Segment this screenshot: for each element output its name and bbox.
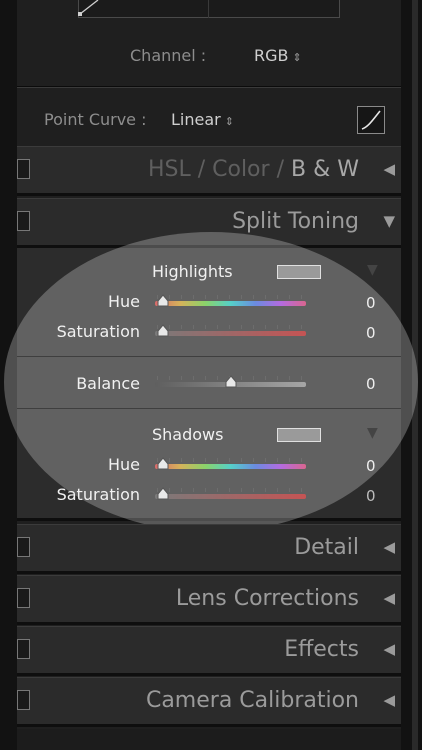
panel-bottom (17, 729, 401, 750)
highlights-picker-arrow-icon[interactable]: ▼ (367, 262, 378, 278)
tone-curve-line (78, 0, 99, 16)
slider-ticks (157, 458, 303, 462)
highlights-color-swatch[interactable] (277, 265, 321, 279)
lens-corrections-toggle[interactable] (17, 588, 30, 608)
collapse-arrow-icon[interactable]: ◀ (383, 538, 395, 556)
shadows-saturation-value[interactable]: 0 (366, 487, 376, 505)
highlights-hue-value[interactable]: 0 (366, 294, 376, 312)
shadows-picker-arrow-icon[interactable]: ▼ (367, 425, 378, 441)
detail-toggle[interactable] (17, 537, 30, 557)
highlights-hue-label: Hue (107, 292, 140, 311)
tab-hsl[interactable]: HSL (148, 157, 191, 182)
point-curve-select[interactable]: Linear ⇕ (171, 110, 234, 129)
balance-label: Balance (76, 374, 140, 393)
tone-curve-graph[interactable] (78, 0, 340, 18)
updown-arrows-icon: ⇕ (224, 115, 234, 128)
shadows-saturation-slider[interactable] (155, 494, 306, 499)
split-toning-toggle[interactable] (17, 211, 30, 231)
balance-value[interactable]: 0 (366, 375, 376, 393)
tab-separator: / (197, 157, 206, 182)
collapse-arrow-icon[interactable]: ◀ (383, 640, 395, 658)
section-lens-corrections[interactable]: Lens Corrections ◀ (17, 575, 401, 625)
highlights-saturation-thumb[interactable] (156, 324, 170, 338)
tab-bw[interactable]: B & W (291, 157, 359, 182)
curve-edit-icon (361, 110, 381, 130)
section-effects[interactable]: Effects ◀ (17, 626, 401, 676)
detail-title: Detail (294, 535, 359, 560)
section-detail[interactable]: Detail ◀ (17, 524, 401, 574)
effects-title: Effects (284, 637, 359, 662)
shadows-color-swatch[interactable] (277, 428, 321, 442)
collapse-arrow-icon[interactable]: ◀ (383, 691, 395, 709)
point-curve-label: Point Curve : (44, 110, 147, 129)
shadows-saturation-label: Saturation (56, 485, 140, 504)
channel-select[interactable]: RGB ⇕ (254, 46, 302, 65)
slider-ticks (157, 325, 303, 329)
divider (17, 408, 401, 409)
hsl-panel-toggle[interactable] (17, 159, 30, 179)
tone-curve-gridline (208, 0, 209, 18)
highlights-label: Highlights (152, 262, 233, 281)
shadows-label: Shadows (152, 425, 224, 444)
balance-thumb[interactable] (224, 375, 238, 389)
slider-ticks (157, 488, 303, 492)
slider-ticks (157, 295, 303, 299)
expand-arrow-icon[interactable]: ▼ (383, 212, 395, 230)
divider (17, 356, 401, 357)
updown-arrows-icon: ⇕ (292, 51, 302, 64)
highlights-hue-slider[interactable] (155, 301, 306, 306)
effects-toggle[interactable] (17, 639, 30, 659)
camera-calibration-title: Camera Calibration (145, 688, 359, 713)
shadows-hue-thumb[interactable] (156, 457, 170, 471)
tab-separator: / (276, 157, 284, 182)
collapse-arrow-icon[interactable]: ◀ (383, 589, 395, 607)
channel-label: Channel : (130, 46, 207, 65)
collapse-arrow-icon[interactable]: ◀ (383, 160, 395, 178)
split-toning-title: Split Toning (232, 209, 359, 234)
curve-edit-button[interactable] (357, 106, 385, 134)
section-camera-calibration[interactable]: Camera Calibration ◀ (17, 677, 401, 727)
lens-corrections-title: Lens Corrections (175, 586, 359, 611)
camera-calibration-toggle[interactable] (17, 690, 30, 710)
section-hsl[interactable]: HSL / Color / B & W ◀ (17, 146, 401, 196)
shadows-saturation-thumb[interactable] (156, 487, 170, 501)
highlights-saturation-slider[interactable] (155, 331, 306, 336)
tab-color[interactable]: Color (212, 157, 269, 182)
shadows-hue-slider[interactable] (155, 464, 306, 469)
highlights-saturation-value[interactable]: 0 (366, 324, 376, 342)
highlights-hue-thumb[interactable] (156, 294, 170, 308)
shadows-hue-value[interactable]: 0 (366, 457, 376, 475)
channel-value: RGB (254, 46, 289, 65)
hsl-tabs: HSL / Color / B & W (148, 157, 359, 182)
highlights-saturation-label: Saturation (56, 322, 140, 341)
point-curve-value: Linear (171, 110, 221, 129)
shadows-hue-label: Hue (107, 455, 140, 474)
